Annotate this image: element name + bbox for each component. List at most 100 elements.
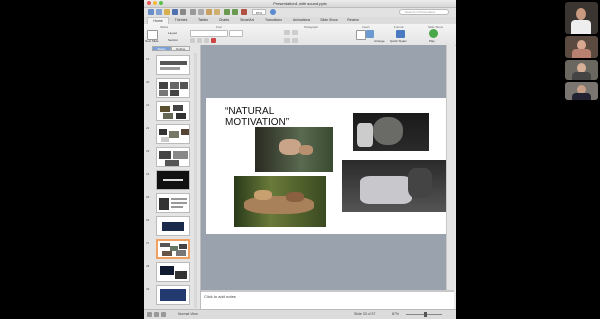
normal-view-icon[interactable] <box>147 312 152 317</box>
play-button[interactable]: Play <box>429 39 435 43</box>
slide-title[interactable]: “NATURAL MOTIVATION” <box>225 106 315 128</box>
new-icon[interactable] <box>148 9 154 15</box>
tab-tables[interactable]: Tables <box>193 17 213 24</box>
video-participant-2 <box>565 36 598 58</box>
font-name-dropdown[interactable] <box>190 30 228 37</box>
notes-placeholder[interactable]: Click to add notes <box>204 294 236 299</box>
slide-counter: Slide 33 of 37 <box>354 312 376 316</box>
picture-icon[interactable] <box>366 30 374 38</box>
font-size-dropdown[interactable] <box>229 30 243 37</box>
status-zoom: 87% <box>392 312 400 316</box>
slide-image-dogs[interactable] <box>234 176 326 227</box>
templates-icon[interactable] <box>156 9 162 15</box>
thumb-number: 21 <box>146 103 150 107</box>
video-participant-3 <box>565 60 598 80</box>
tab-outline[interactable]: Outline <box>171 46 190 51</box>
tab-slides[interactable]: Slides <box>152 46 171 51</box>
group-label-format: Format <box>394 25 404 29</box>
tab-animations[interactable]: Animations <box>288 17 315 24</box>
tab-smartart[interactable]: SmartArt <box>235 17 259 24</box>
align-center-icon[interactable] <box>292 38 298 43</box>
thumb-number: 27 <box>146 241 150 245</box>
thumb-number: 20 <box>146 80 150 84</box>
view-name: Normal View <box>178 312 198 316</box>
play-icon[interactable] <box>429 29 438 38</box>
tab-charts[interactable]: Charts <box>214 17 234 24</box>
search-input[interactable]: Search in Presentation <box>399 9 449 15</box>
group-label-paragraph: Paragraph <box>304 25 319 29</box>
copy-icon[interactable] <box>198 9 204 15</box>
thumbnail-scrollbar[interactable] <box>194 53 197 308</box>
quick-styles-button[interactable]: Quick Styles <box>390 39 407 43</box>
zoom-slider-thumb[interactable] <box>424 312 427 317</box>
cut-icon[interactable] <box>190 9 196 15</box>
slide-thumbnail[interactable] <box>156 285 190 305</box>
powerpoint-window: Presentation1 with sound.pptx 87% Search… <box>144 0 456 319</box>
panel-tabs: Slides Outline <box>152 46 190 51</box>
redo-icon[interactable] <box>232 9 238 15</box>
status-bar: Normal View Slide 33 of 37 87% <box>144 309 456 319</box>
group-label-font: Font <box>216 25 223 29</box>
thumb-number: 28 <box>146 264 150 268</box>
bullets-icon[interactable] <box>284 30 290 35</box>
slide-thumbnail[interactable] <box>156 78 190 98</box>
slide-thumbnail[interactable] <box>156 124 190 144</box>
tab-transitions[interactable]: Transitions <box>260 17 287 24</box>
slideshow-view-icon[interactable] <box>161 312 166 317</box>
bold-icon[interactable] <box>190 38 195 43</box>
thumb-number: 22 <box>146 126 150 130</box>
slide-image-ice[interactable] <box>342 160 448 212</box>
layout-button[interactable]: Layout <box>168 31 177 35</box>
slide-thumbnail[interactable] <box>156 170 190 190</box>
section-button[interactable]: Section <box>168 38 178 42</box>
slide-image-parrot[interactable] <box>353 113 429 151</box>
paste-icon[interactable] <box>206 9 212 15</box>
slide-thumbnail[interactable] <box>156 216 190 236</box>
save-icon[interactable] <box>172 9 178 15</box>
window-title: Presentation1 with sound.pptx <box>273 1 327 6</box>
thumb-number: 24 <box>146 172 150 176</box>
thumb-number: 23 <box>146 149 150 153</box>
font-color-icon[interactable] <box>211 38 216 43</box>
slide-thumbnail[interactable] <box>156 101 190 121</box>
slide-thumbnail[interactable] <box>156 55 190 75</box>
current-slide[interactable]: “NATURAL MOTIVATION” <box>206 98 448 234</box>
slide-thumbnail-panel: Slides Outline 19 20 21 22 23 24 25 26 2… <box>144 45 201 310</box>
quick-styles-icon[interactable] <box>396 30 405 38</box>
slide-thumbnail[interactable] <box>156 193 190 213</box>
slide-thumbnail[interactable] <box>156 262 190 282</box>
tab-home[interactable]: Home <box>147 17 169 24</box>
align-left-icon[interactable] <box>284 38 290 43</box>
canvas-scrollbar[interactable] <box>446 45 455 290</box>
group-label-slides: Slides <box>160 25 169 29</box>
new-slide-button[interactable]: New Slide <box>145 39 159 43</box>
italic-icon[interactable] <box>197 38 202 43</box>
text-box-icon[interactable] <box>356 30 366 40</box>
slideshow-icon[interactable] <box>241 9 247 15</box>
thumb-number: 19 <box>146 57 150 61</box>
print-icon[interactable] <box>180 9 186 15</box>
format-painter-icon[interactable] <box>214 9 220 15</box>
thumb-number: 25 <box>146 195 150 199</box>
undo-icon[interactable] <box>224 9 230 15</box>
slide-canvas: “NATURAL MOTIVATION” <box>201 45 448 290</box>
slide-thumbnail[interactable] <box>156 147 190 167</box>
slide-thumbnail-selected[interactable] <box>156 239 190 259</box>
group-label-insert: Insert <box>362 25 370 29</box>
tab-themes[interactable]: Themes <box>170 17 192 24</box>
thumb-number: 29 <box>146 287 150 291</box>
zoom-field[interactable]: 87% <box>252 9 266 15</box>
numbering-icon[interactable] <box>292 30 298 35</box>
ribbon: Slides Font Paragraph Insert Format Slid… <box>144 24 456 46</box>
help-icon[interactable] <box>270 9 276 15</box>
thumb-number: 26 <box>146 218 150 222</box>
slide-sorter-icon[interactable] <box>154 312 159 317</box>
open-icon[interactable] <box>164 9 170 15</box>
tab-slide-show[interactable]: Slide Show <box>316 17 342 24</box>
underline-icon[interactable] <box>204 38 209 43</box>
arrange-button[interactable]: Arrange <box>374 39 385 43</box>
video-participant-4 <box>565 82 598 100</box>
notes-pane[interactable]: Click to add notes <box>201 290 454 311</box>
tab-review[interactable]: Review <box>343 17 363 24</box>
slide-image-hands[interactable] <box>255 127 333 172</box>
